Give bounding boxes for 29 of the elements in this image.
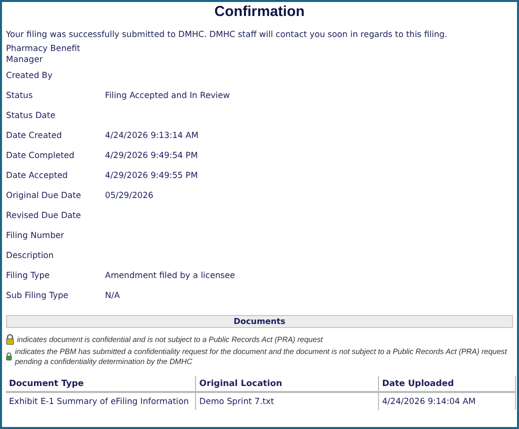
section-header: Documents (6, 315, 513, 328)
field-value: N/A (105, 290, 121, 300)
field-value: Filing Accepted and In Review (105, 90, 231, 100)
field-value: 4/29/2026 9:49:55 PM (105, 170, 199, 180)
table-cell: Demo Sprint 7.txt (196, 392, 379, 410)
page-title: Confirmation (213, 4, 306, 22)
field-label: Pharmacy Benefit Manager (6, 43, 82, 65)
field-label: Date Accepted (6, 170, 69, 180)
column-header: Document Type (6, 376, 196, 392)
field-label: Status Date (6, 110, 56, 120)
table-cell: Exhibit E-1 Summary of eFiling Information (6, 392, 196, 410)
field-label: Original Due Date (6, 190, 82, 200)
field-value: 05/29/2026 (105, 190, 154, 200)
confirmation-message: Your filing was successfully submitted to DMHC. DMHC staff will contact you soon in regards to this filing. (6, 28, 448, 41)
field-value: Amendment filed by a licensee (105, 270, 236, 280)
field-label: Filing Type (6, 270, 51, 280)
field-value: 4/24/2026 9:13:14 AM (105, 130, 200, 140)
field-label: Date Created (6, 130, 63, 140)
field-value: 4/29/2026 9:49:54 PM (105, 150, 199, 160)
field-label: Date Completed (6, 150, 76, 160)
field-label: Description (6, 250, 55, 260)
field-label: Revised Due Date (6, 210, 82, 220)
column-header: Date Uploaded (378, 376, 516, 392)
field-label: Sub Filing Type (6, 290, 70, 300)
column-header: Original Location (196, 376, 379, 392)
field-label: Status (6, 90, 34, 100)
field-label: Created By (6, 70, 54, 80)
table-cell: 4/24/2026 9:14:04 AM (378, 392, 516, 410)
field-label: Filing Number (6, 230, 66, 240)
